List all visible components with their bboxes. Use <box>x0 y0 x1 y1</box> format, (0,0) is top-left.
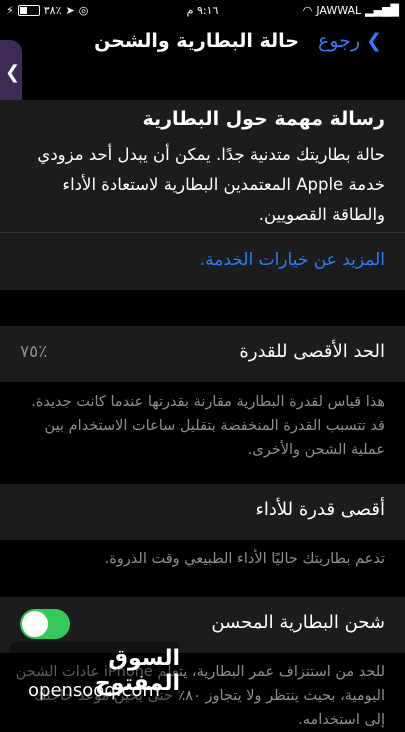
chevron-left-icon: ❮ <box>5 62 21 83</box>
alert-body: حالة بطاريتك متدنية جدًا. يمكن أن يبدل أ… <box>37 145 385 224</box>
alert-title: رسالة مهمة حول البطارية <box>142 108 385 130</box>
watermark-latin-text: opensooq.com <box>28 680 160 701</box>
max-capacity-footnote: هذا قياس لقدرة البطارية مقارنة بقدرتها ع… <box>31 394 385 458</box>
chevron-right-icon: ❯ <box>366 30 382 52</box>
optimized-charging-toggle[interactable] <box>20 609 70 639</box>
peak-performance-footnote: تدعم بطاريتك حاليًا الأداء الطبيعي وقت ا… <box>104 551 385 567</box>
status-bar: ⚡ ٣٨٪ ➤ ◎ ٩:١٦ م ◠ JAWWAL ▂▄▆█ <box>0 0 405 22</box>
battery-alert-card: رسالة مهمة حول البطارية حالة بطاريتك متد… <box>0 100 405 290</box>
max-capacity-value: ٧٥٪ <box>20 342 48 362</box>
carrier-name: JAWWAL <box>316 4 362 17</box>
status-right: ◠ JAWWAL ▂▄▆█ <box>303 4 399 17</box>
wifi-icon: ◠ <box>302 4 313 17</box>
divider <box>0 232 405 233</box>
service-options-link[interactable]: المزيد عن خيارات الخدمة. <box>200 250 385 270</box>
navigation-bar: ❯ رجوع حالة البطارية والشحن <box>0 26 405 60</box>
back-label: رجوع <box>318 30 361 52</box>
max-capacity-label: الحد الأقصى للقدرة <box>239 341 385 362</box>
signal-icon: ▂▄▆█ <box>365 4 399 17</box>
max-capacity-row: الحد الأقصى للقدرة ٧٥٪ <box>0 326 405 382</box>
peak-performance-row: أقصى قدرة للأداء <box>0 484 405 540</box>
optimized-charging-label: شحن البطارية المحسن <box>211 612 385 633</box>
side-drawer-handle[interactable]: ❮ <box>0 40 22 108</box>
opensooq-watermark-logo: السوق المفتوح opensooq.com <box>10 642 180 712</box>
toggle-knob <box>22 611 48 637</box>
page-title: حالة البطارية والشحن <box>94 30 299 52</box>
peak-performance-label: أقصى قدرة للأداء <box>255 499 385 520</box>
back-button[interactable]: ❯ رجوع <box>318 30 382 52</box>
